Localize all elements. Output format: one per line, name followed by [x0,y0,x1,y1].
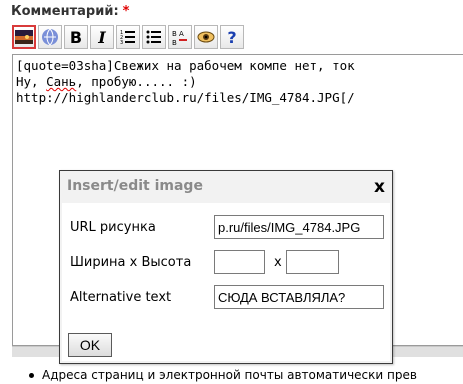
url-label: URL рисунка [70,220,156,235]
svg-text:A: A [179,30,184,38]
url-input[interactable] [214,215,384,239]
svg-text:B: B [172,39,177,46]
image-icon[interactable] [12,25,36,49]
italic-icon[interactable]: I [90,25,114,49]
svg-text:3: 3 [120,40,123,45]
sort-icon[interactable]: B A B [168,25,192,49]
height-input[interactable] [286,250,339,274]
comment-label-text: Комментарий: [11,4,119,19]
size-separator: x [274,255,282,270]
insert-image-dialog: Insert/edit image x URL рисунка Ширина x… [59,170,393,364]
editor-line-2-end: , пробую..... :) [76,74,197,89]
size-label: Ширина x Высота [70,255,192,270]
editor-line-2-start: Ну, [16,74,47,89]
italic-glyph: I [98,27,106,47]
dialog-body: URL рисунка Ширина x Высота x Alternativ… [62,203,390,361]
bold-icon[interactable]: B [64,25,88,49]
link-icon[interactable] [38,25,62,49]
preview-eye-icon[interactable] [194,25,218,49]
close-icon[interactable]: x [374,177,385,197]
bullet-list-icon[interactable] [142,25,166,49]
width-input[interactable] [214,250,265,274]
editor-line-3: http://highlanderclub.ru/files/IMG_4784.… [16,90,355,105]
alt-text-input[interactable] [214,285,384,309]
help-glyph: ? [227,27,237,47]
bold-glyph: B [69,27,83,47]
editor-toolbar: B I 1 2 3 B A B ? [12,25,244,51]
alt-text-label: Alternative text [70,290,172,305]
ok-button[interactable]: OK [68,333,112,357]
numbered-list-icon[interactable]: 1 2 3 [116,25,140,49]
comment-label: Комментарий: * [11,4,129,19]
help-icon[interactable]: ? [220,25,244,49]
required-mark: * [122,4,130,19]
input-format-hint: Адреса страниц и электронной почты автом… [29,368,417,382]
misspelled-word: Сань [46,74,77,89]
svg-text:B: B [172,30,177,38]
dialog-title: Insert/edit image [67,178,203,194]
editor-line-1: [quote=03sha]Свежих на рабочем компе нет… [16,58,355,73]
